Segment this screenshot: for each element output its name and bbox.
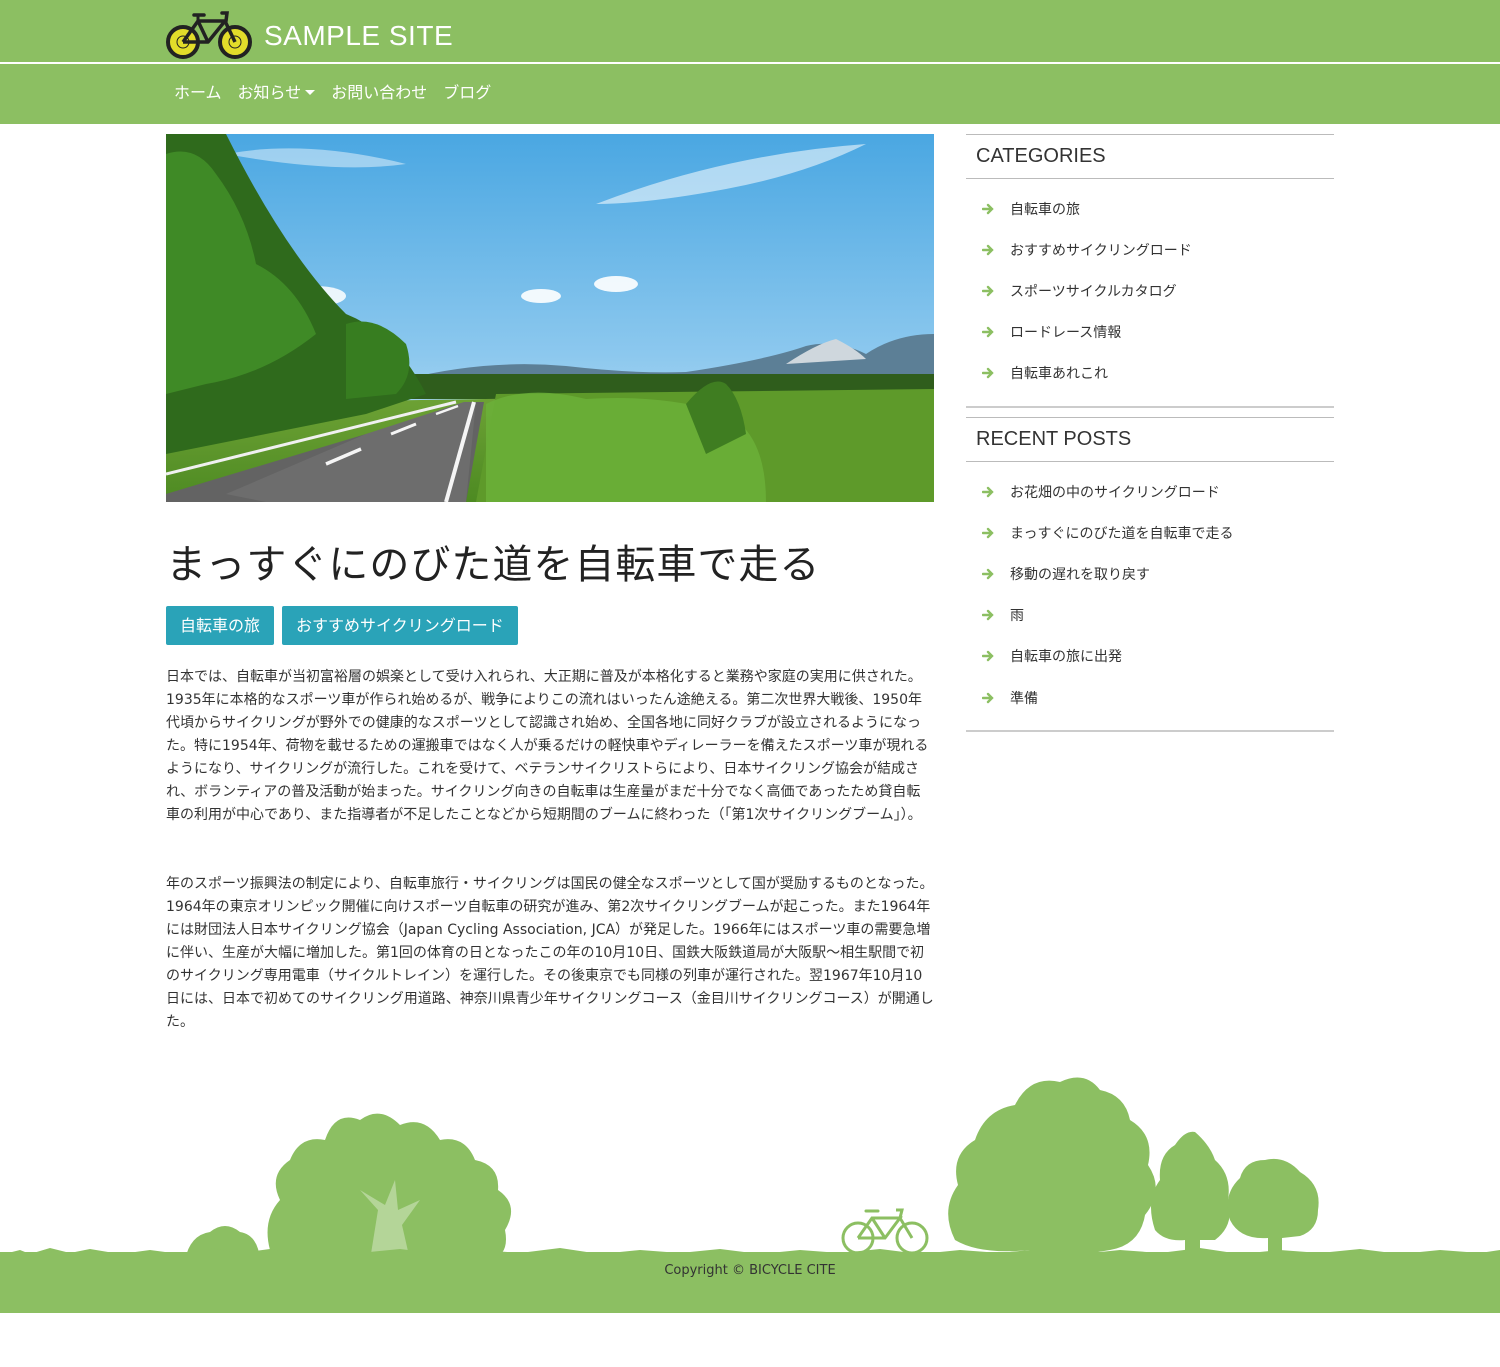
recent-post-item[interactable]: まっすぐにのびた道を自転車で走る [966,512,1334,553]
category-label: おすすめサイクリングロード [1010,242,1192,259]
recent-posts-widget: RECENT POSTS お花畑の中のサイクリングロード まっすぐにのびた道を自… [966,417,1334,733]
arrow-right-icon [982,527,994,538]
post-tags: 自転車の旅 おすすめサイクリングロード [166,606,518,645]
arrow-right-icon [982,203,994,214]
nav-item-home-label: ホーム [174,83,222,102]
arrow-right-icon [982,368,994,379]
site-title[interactable]: SAMPLE SITE [264,20,453,52]
nav-item-contact-label: お問い合わせ [331,83,428,102]
category-item[interactable]: 自転車の旅 [966,188,1334,229]
recent-post-label: まっすぐにのびた道を自転車で走る [1010,525,1234,542]
post-title: まっすぐにのびた道を自転車で走る [166,542,821,588]
recent-post-item[interactable]: お花畑の中のサイクリングロード [966,471,1334,512]
category-label: スポーツサイクルカタログ [1010,283,1177,300]
recent-post-label: 雨 [1010,608,1024,625]
hero-image [166,134,934,502]
arrow-right-icon [982,326,994,338]
recent-post-item[interactable]: 移動の遅れを取り戻す [966,553,1334,594]
nav-item-news[interactable]: お知らせ [230,82,324,104]
nav-item-blog[interactable]: ブログ [435,82,499,104]
nav-item-home[interactable]: ホーム [166,82,230,104]
arrow-right-icon [982,609,994,621]
arrow-right-icon [982,486,994,497]
arrow-right-icon [982,651,994,662]
recent-post-item[interactable]: 自転車の旅に出発 [966,636,1334,677]
tag-recommended-cycling-road[interactable]: おすすめサイクリングロード [282,606,518,645]
category-item[interactable]: 自転車あれこれ [966,353,1334,394]
category-label: 自転車あれこれ [1010,366,1108,383]
widget-divider [966,730,1334,733]
arrow-right-icon [982,692,994,703]
recent-post-label: お花畑の中のサイクリングロード [1010,484,1220,501]
post-paragraph-2: 年のスポーツ振興法の制定により、自転車旅行・サイクリングは国民の健全なスポーツと… [166,876,934,1030]
bicycle-logo-icon[interactable] [164,9,256,65]
footer-bicycle-icon [841,1208,929,1255]
main-nav: ホーム お知らせ お問い合わせ ブログ [166,82,499,104]
recent-post-label: 自転車の旅に出発 [1010,649,1122,666]
category-item[interactable]: おすすめサイクリングロード [966,229,1334,270]
nav-item-news-label: お知らせ [237,83,302,102]
recent-posts-title: RECENT POSTS [976,428,1132,450]
category-label: ロードレース情報 [1010,325,1122,342]
category-item[interactable]: スポーツサイクルカタログ [966,270,1334,311]
categories-title: CATEGORIES [976,145,1106,167]
recent-post-label: 準備 [1010,690,1038,707]
caret-down-icon [305,89,316,95]
widget-divider [966,405,1334,408]
footer-trees-illustration [0,1077,1500,1260]
nav-item-blog-label: ブログ [443,83,492,102]
category-item[interactable]: ロードレース情報 [966,312,1334,353]
arrow-right-icon [982,244,994,255]
recent-post-label: 移動の遅れを取り戻す [1010,566,1150,583]
tag-bicycle-travel[interactable]: 自転車の旅 [166,606,275,645]
categories-list: 自転車の旅 おすすめサイクリングロード スポーツサイクルカタログ ロードレース情… [966,179,1334,406]
category-label: 自転車の旅 [1010,201,1080,218]
arrow-right-icon [982,285,994,297]
recent-post-item[interactable]: 雨 [966,595,1334,636]
categories-widget: CATEGORIES 自転車の旅 おすすめサイクリングロード スポーツサイクルカ… [966,134,1334,408]
nav-item-contact[interactable]: お問い合わせ [323,82,435,104]
copyright-text: Copyright © BICYCLE CITE [664,1263,836,1278]
recent-post-item[interactable]: 準備 [966,677,1334,718]
post-paragraph-1: 日本では、自転車が当初富裕層の娯楽として受け入れられ、大正期に普及が本格化すると… [166,669,929,823]
footer-band [0,1252,1500,1313]
arrow-right-icon [982,568,994,580]
recent-posts-list: お花畑の中のサイクリングロード まっすぐにのびた道を自転車で走る 移動の遅れを取… [966,462,1334,730]
